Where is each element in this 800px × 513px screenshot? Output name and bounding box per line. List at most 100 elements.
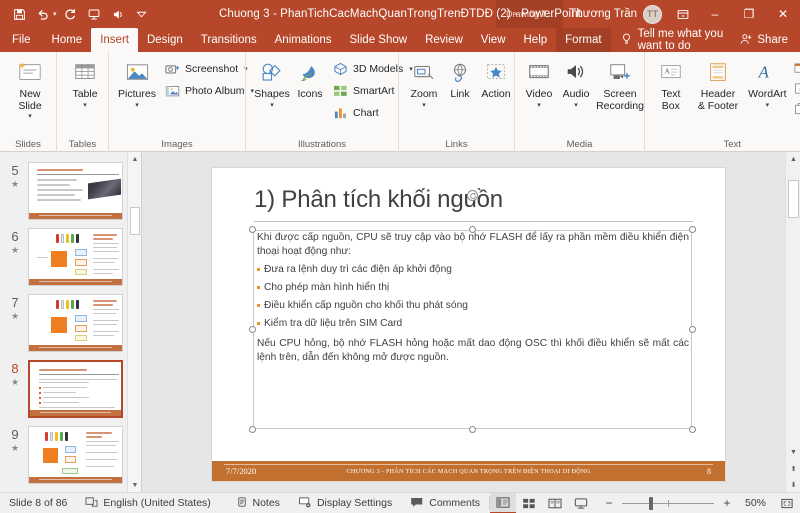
tab-home[interactable]: Home <box>43 28 92 52</box>
object-icon[interactable] <box>792 100 800 118</box>
scroll-up-icon[interactable]: ▲ <box>128 152 142 166</box>
list-item[interactable]: 5 ★ <box>0 158 127 224</box>
thumbnail-scrollbar[interactable]: ▲ ▼ <box>127 152 141 492</box>
resize-handle-bottom-right[interactable] <box>689 426 696 433</box>
canvas-scroll-down-icon[interactable]: ▼ <box>786 445 800 460</box>
bullet-item[interactable]: Đưa ra lệnh duy trì các điện áp khởi độn… <box>257 263 689 276</box>
header-footer-button[interactable]: Header & Footer <box>692 55 745 112</box>
zoom-in-button[interactable]: + <box>720 496 734 510</box>
icons-button[interactable]: Icons <box>293 55 327 101</box>
resize-handle-bottom-left[interactable] <box>249 426 256 433</box>
screen-recording-button[interactable]: Screen Recording <box>595 55 645 112</box>
action-button[interactable]: Action <box>477 55 515 101</box>
audio-caret[interactable]: ▾ <box>574 102 578 109</box>
resize-handle-top-left[interactable] <box>249 226 256 233</box>
resize-handle-bottom-center[interactable] <box>469 426 476 433</box>
slide-counter[interactable]: Slide 8 of 86 <box>0 493 76 513</box>
slide-number-icon[interactable]: # <box>792 80 800 98</box>
close-button[interactable]: ✕ <box>766 0 800 28</box>
slide-thumbnail[interactable] <box>28 162 123 220</box>
tab-insert[interactable]: Insert <box>91 28 138 52</box>
ribbon-display-options-icon[interactable] <box>668 0 698 28</box>
minimize-button[interactable]: – <box>698 0 732 28</box>
comments-button[interactable]: Comments <box>401 493 489 513</box>
bullet-item[interactable]: Kiểm tra dữ liệu trên SIM Card <box>257 317 689 330</box>
customize-quick-access-icon[interactable] <box>131 3 153 25</box>
tell-me-box[interactable]: Tell me what you want to do <box>611 28 735 52</box>
save-icon[interactable] <box>8 3 30 25</box>
bullet-item[interactable]: Cho phép màn hình hiển thị <box>257 281 689 294</box>
audio-button[interactable]: Audio ▾ <box>558 55 594 109</box>
table-caret[interactable]: ▾ <box>83 102 87 109</box>
account-area[interactable]: Thương Trần TT <box>569 5 668 24</box>
resize-handle-middle-right[interactable] <box>689 326 696 333</box>
resize-handle-top-right[interactable] <box>689 226 696 233</box>
slide-thumbnail[interactable] <box>28 426 123 484</box>
new-slide-caret[interactable]: ▾ <box>28 113 32 120</box>
fit-to-window-button[interactable] <box>774 497 800 510</box>
tab-view[interactable]: View <box>472 28 515 52</box>
language-indicator[interactable]: English (United States) <box>76 493 219 513</box>
tab-slide-show[interactable]: Slide Show <box>341 28 417 52</box>
display-settings-button[interactable]: Display Settings <box>289 493 401 513</box>
previous-slide-icon[interactable]: ⬆ <box>786 461 800 476</box>
tab-transitions[interactable]: Transitions <box>192 28 266 52</box>
pictures-button[interactable]: Pictures ▾ <box>115 55 159 109</box>
zoom-control[interactable]: − + 50% <box>594 496 774 510</box>
tab-format[interactable]: Format <box>556 28 610 52</box>
zoom-out-button[interactable]: − <box>602 496 616 510</box>
list-item[interactable]: 6 ★ <box>0 224 127 290</box>
wordart-caret[interactable]: ▾ <box>766 102 770 109</box>
shapes-caret[interactable]: ▾ <box>270 102 274 109</box>
scroll-down-icon[interactable]: ▼ <box>128 478 142 492</box>
wordart-button[interactable]: A WordArt ▾ <box>745 55 789 109</box>
next-slide-icon[interactable]: ⬇ <box>786 477 800 492</box>
notes-button[interactable]: Notes <box>227 493 289 513</box>
undo-dropdown-caret[interactable]: ▾ <box>53 10 57 18</box>
new-slide-button[interactable]: New Slide ▾ <box>6 55 54 120</box>
tab-file[interactable]: File <box>0 28 43 52</box>
view-slide-sorter-button[interactable] <box>516 493 542 513</box>
zoom-level-label[interactable]: 50% <box>740 497 766 509</box>
undo-icon[interactable] <box>32 3 54 25</box>
tab-review[interactable]: Review <box>416 28 472 52</box>
text-box-button[interactable]: A Text Box <box>651 55 691 112</box>
canvas-scroll-up-icon[interactable]: ▲ <box>786 152 800 167</box>
list-item[interactable]: 9 ★ <box>0 422 127 488</box>
canvas-scrollbar-thumb[interactable] <box>788 180 799 218</box>
table-button[interactable]: Table ▾ <box>63 55 107 109</box>
scrollbar-thumb[interactable] <box>130 207 140 235</box>
video-caret[interactable]: ▾ <box>537 102 541 109</box>
tab-help[interactable]: Help <box>515 28 557 52</box>
resize-handle-middle-left[interactable] <box>249 326 256 333</box>
photo-album-button[interactable]: Photo Album ▾ <box>160 80 258 101</box>
list-item[interactable]: 7 ★ <box>0 290 127 356</box>
tab-design[interactable]: Design <box>138 28 192 52</box>
slide-title[interactable]: 1) Phân tích khối nguồn <box>254 186 503 214</box>
date-time-icon[interactable] <box>792 60 800 78</box>
start-presentation-icon[interactable] <box>83 3 105 25</box>
video-button[interactable]: Video ▾ <box>521 55 557 109</box>
zoom-slider-knob[interactable] <box>649 497 653 510</box>
bullet-item[interactable]: Điều khiển cấp nguồn cho khối thu phát s… <box>257 299 689 312</box>
canvas-scrollbar[interactable]: ▲ ▼ ⬆ ⬇ <box>785 152 800 492</box>
view-normal-button[interactable] <box>490 493 516 513</box>
screenshot-button[interactable]: Screenshot ▾ <box>160 58 258 79</box>
rotate-handle[interactable] <box>467 190 478 201</box>
zoom-slider[interactable] <box>622 497 714 510</box>
zoom-caret[interactable]: ▾ <box>422 102 426 109</box>
slide-thumbnail[interactable] <box>28 228 123 286</box>
slide-thumbnail-selected[interactable] <box>28 360 123 418</box>
content-placeholder[interactable]: Khi được cấp nguồn, CPU sẽ truy cập vào … <box>253 230 692 429</box>
list-item[interactable]: 10 ★ <box>0 488 127 492</box>
share-button[interactable]: Share <box>734 33 800 48</box>
view-slide-show-button[interactable] <box>568 493 594 513</box>
slide-editing-surface[interactable]: 1) Phân tích khối nguồn Khi được cấp ngu… <box>212 168 725 481</box>
slide-thumbnail[interactable] <box>28 294 123 352</box>
redo-icon[interactable] <box>59 3 81 25</box>
view-reading-button[interactable] <box>542 493 568 513</box>
list-item[interactable]: 8 ★ <box>0 356 127 422</box>
shapes-button[interactable]: Shapes ▾ <box>252 55 292 109</box>
link-button[interactable]: Link <box>444 55 476 101</box>
zoom-button[interactable]: Zoom ▾ <box>405 55 443 109</box>
